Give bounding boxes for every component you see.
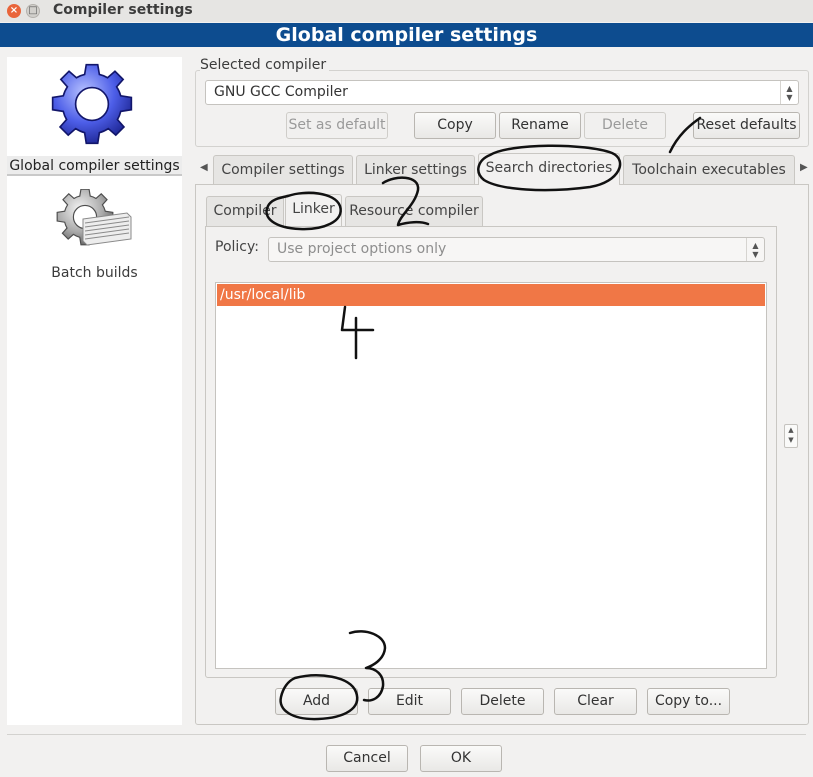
tab-search-directories[interactable]: Search directories bbox=[478, 153, 620, 185]
add-button[interactable]: Add bbox=[275, 688, 358, 715]
batch-builds-icon bbox=[56, 189, 132, 246]
page-title: Global compiler settings bbox=[0, 23, 813, 47]
clear-button[interactable]: Clear bbox=[554, 688, 637, 715]
spin-arrows-icon: ▲ ▼ bbox=[780, 81, 798, 104]
compiler-select-value: GNU GCC Compiler bbox=[214, 84, 348, 100]
subtab-compiler[interactable]: Compiler bbox=[206, 196, 284, 226]
sidebar-item-label: Global compiler settings bbox=[7, 156, 182, 176]
compiler-select[interactable]: GNU GCC Compiler ▲ ▼ bbox=[205, 80, 799, 105]
settings-category-list: Global compiler settings Batch builds bbox=[7, 57, 182, 725]
list-item[interactable]: /usr/local/lib bbox=[217, 284, 765, 306]
policy-select-value: Use project options only bbox=[277, 241, 447, 257]
divider bbox=[7, 734, 806, 735]
group-caption: Selected compiler bbox=[200, 57, 330, 73]
sidebar-item-global-compiler-settings[interactable]: Global compiler settings bbox=[7, 61, 182, 176]
rename-button[interactable]: Rename bbox=[499, 112, 581, 139]
tab-compiler-settings[interactable]: Compiler settings bbox=[213, 155, 353, 185]
directory-list[interactable]: /usr/local/lib bbox=[215, 282, 767, 669]
close-icon[interactable]: × bbox=[7, 4, 21, 18]
sidebar-item-batch-builds[interactable]: Batch builds bbox=[7, 187, 182, 287]
delete-button[interactable]: Delete bbox=[461, 688, 544, 715]
tab-scroll-left-icon[interactable]: ◀ bbox=[200, 162, 208, 173]
copy-to-button[interactable]: Copy to... bbox=[647, 688, 730, 715]
policy-select[interactable]: Use project options only ▲ ▼ bbox=[268, 237, 765, 262]
tab-scroll-right-icon[interactable]: ▶ bbox=[800, 162, 808, 173]
minimize-icon[interactable]: □ bbox=[26, 4, 40, 18]
reset-defaults-button[interactable]: Reset defaults bbox=[693, 112, 800, 139]
delete-compiler-button[interactable]: Delete bbox=[584, 112, 666, 139]
title-bar: × □ Compiler settings bbox=[0, 0, 813, 22]
subtab-linker[interactable]: Linker bbox=[285, 194, 342, 226]
set-as-default-button[interactable]: Set as default bbox=[286, 112, 388, 139]
spin-arrows-icon: ▲ ▼ bbox=[746, 238, 764, 261]
tab-toolchain-executables[interactable]: Toolchain executables bbox=[623, 155, 795, 185]
sidebar-item-label: Batch builds bbox=[51, 265, 138, 281]
policy-label: Policy: bbox=[215, 239, 259, 255]
gear-icon bbox=[51, 63, 133, 145]
subtab-resource-compiler[interactable]: Resource compiler bbox=[345, 196, 483, 226]
window-title: Compiler settings bbox=[53, 2, 193, 18]
ok-button[interactable]: OK bbox=[420, 745, 502, 772]
edit-button[interactable]: Edit bbox=[368, 688, 451, 715]
panel-spin-icon[interactable]: ▲ ▼ bbox=[784, 424, 798, 448]
copy-button[interactable]: Copy bbox=[414, 112, 496, 139]
cancel-button[interactable]: Cancel bbox=[326, 745, 408, 772]
tab-linker-settings[interactable]: Linker settings bbox=[356, 155, 475, 185]
